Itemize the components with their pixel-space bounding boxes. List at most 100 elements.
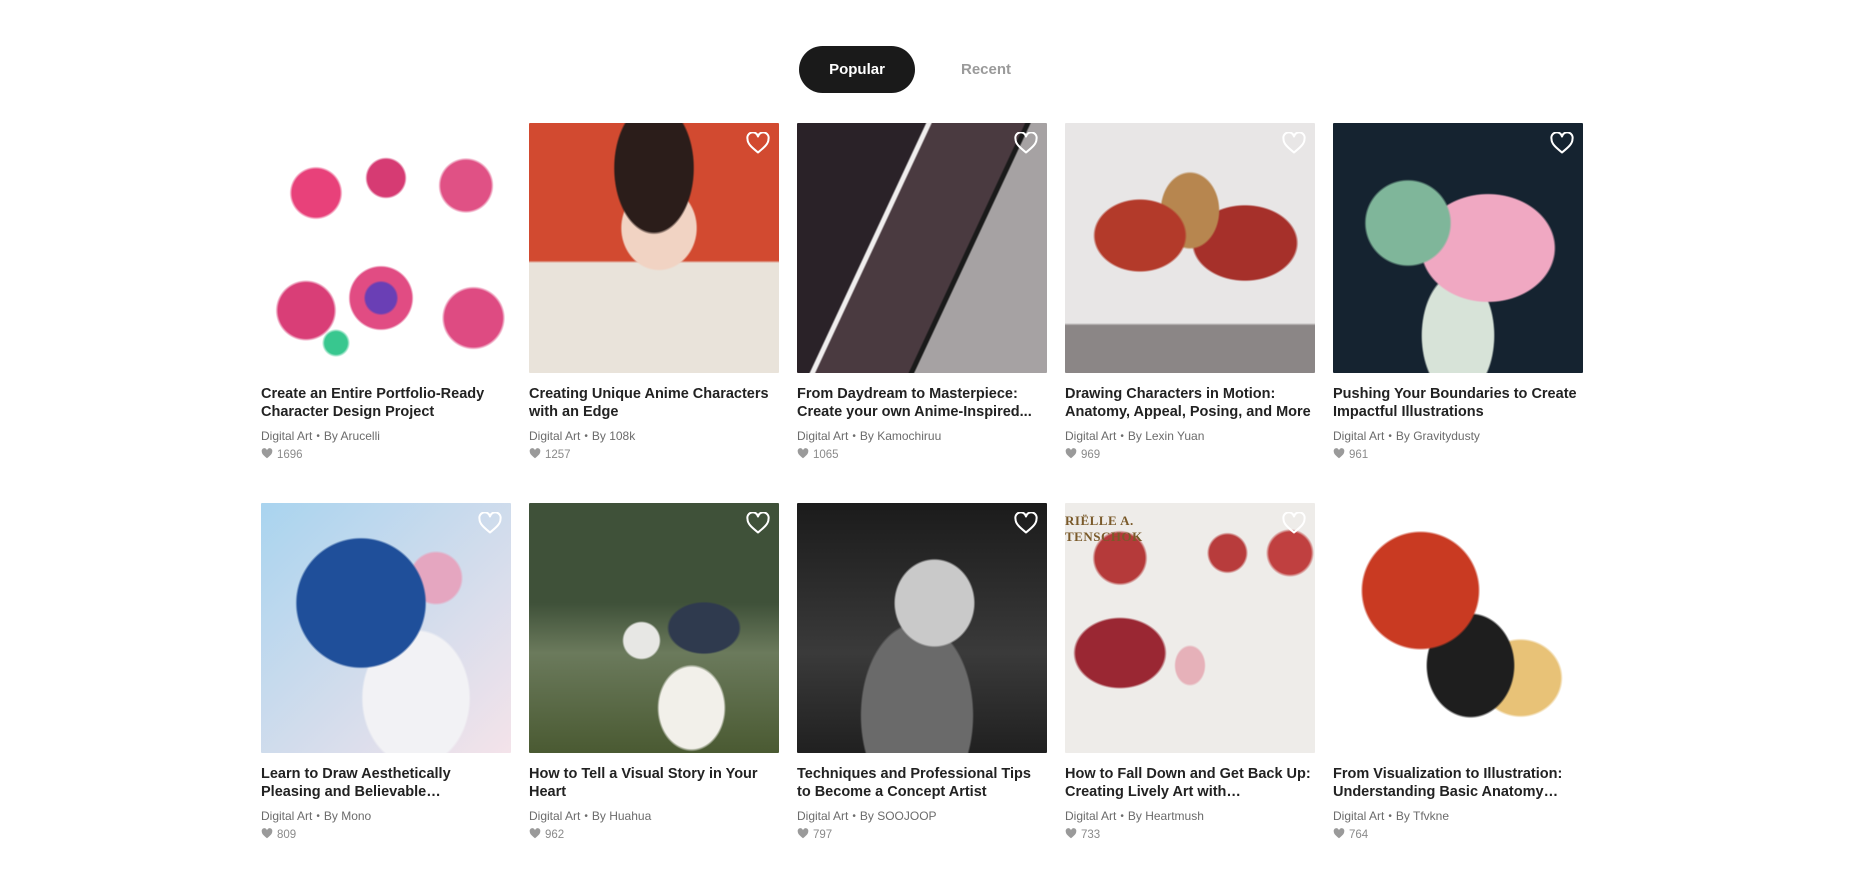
favorite-heart-icon[interactable] xyxy=(1014,512,1038,534)
course-thumbnail[interactable] xyxy=(797,123,1047,373)
course-category: Digital Art xyxy=(261,809,313,823)
likes-count: 733 xyxy=(1065,828,1315,842)
likes-count: 1257 xyxy=(529,448,779,462)
heart-filled-icon xyxy=(797,828,809,842)
meta-separator: • xyxy=(1120,430,1124,442)
heart-filled-icon xyxy=(261,448,273,462)
course-author[interactable]: By Huahua xyxy=(592,809,651,823)
meta-separator: • xyxy=(316,430,320,442)
likes-value: 1257 xyxy=(545,449,571,461)
course-card[interactable]: Pushing Your Boundaries to Create Impact… xyxy=(1333,123,1583,503)
meta-separator: • xyxy=(1388,430,1392,442)
course-category: Digital Art xyxy=(529,429,581,443)
favorite-heart-icon[interactable] xyxy=(1550,132,1574,154)
course-card[interactable]: How to Tell a Visual Story in Your Heart… xyxy=(529,503,779,883)
likes-value: 809 xyxy=(277,829,297,841)
course-card[interactable]: Learn to Draw Aesthetically Pleasing and… xyxy=(261,503,511,883)
course-title[interactable]: How to Fall Down and Get Back Up: Creati… xyxy=(1065,765,1315,801)
heart-filled-icon xyxy=(529,828,541,842)
thumbnail-text: RIËLLE A. TENSCHOK xyxy=(1065,513,1143,544)
course-card[interactable]: From Daydream to Masterpiece: Create you… xyxy=(797,123,1047,503)
favorite-heart-icon[interactable] xyxy=(1282,512,1306,534)
course-author[interactable]: By Lexin Yuan xyxy=(1128,429,1205,443)
course-author[interactable]: By Mono xyxy=(324,809,371,823)
course-author[interactable]: By 108k xyxy=(592,429,635,443)
course-author[interactable]: By Gravitydusty xyxy=(1396,429,1480,443)
heart-filled-icon xyxy=(1333,448,1345,462)
course-meta: Digital Art • By Lexin Yuan xyxy=(1065,429,1315,443)
likes-value: 962 xyxy=(545,829,565,841)
course-meta: Digital Art • By Huahua xyxy=(529,809,779,823)
course-title[interactable]: Creating Unique Anime Characters with an… xyxy=(529,385,779,421)
course-card[interactable]: RIËLLE A. TENSCHOK How to Fall Down and … xyxy=(1065,503,1315,883)
heart-filled-icon xyxy=(1065,828,1077,842)
course-meta: Digital Art • By Heartmush xyxy=(1065,809,1315,823)
course-category: Digital Art xyxy=(261,429,313,443)
course-thumbnail[interactable] xyxy=(797,503,1047,753)
likes-count: 797 xyxy=(797,828,1047,842)
heart-filled-icon xyxy=(797,448,809,462)
course-meta: Digital Art • By Gravitydusty xyxy=(1333,429,1583,443)
tab-recent[interactable]: Recent xyxy=(915,46,1057,93)
course-title[interactable]: From Visualization to Illustration: Unde… xyxy=(1333,765,1583,801)
likes-value: 1065 xyxy=(813,449,839,461)
likes-value: 733 xyxy=(1081,829,1101,841)
course-category: Digital Art xyxy=(1333,429,1385,443)
likes-value: 969 xyxy=(1081,449,1101,461)
course-title[interactable]: Techniques and Professional Tips to Beco… xyxy=(797,765,1047,801)
heart-filled-icon xyxy=(261,828,273,842)
course-meta: Digital Art • By Mono xyxy=(261,809,511,823)
course-title[interactable]: Pushing Your Boundaries to Create Impact… xyxy=(1333,385,1583,421)
course-card[interactable]: Techniques and Professional Tips to Beco… xyxy=(797,503,1047,883)
course-thumbnail[interactable] xyxy=(261,123,511,373)
course-thumbnail[interactable] xyxy=(1065,123,1315,373)
course-card[interactable]: Drawing Characters in Motion: Anatomy, A… xyxy=(1065,123,1315,503)
course-author[interactable]: By Arucelli xyxy=(324,429,380,443)
heart-filled-icon xyxy=(1065,448,1077,462)
course-card[interactable]: Create an Entire Portfolio-Ready Charact… xyxy=(261,123,511,503)
favorite-heart-icon[interactable] xyxy=(746,512,770,534)
likes-count: 969 xyxy=(1065,448,1315,462)
favorite-heart-icon[interactable] xyxy=(746,132,770,154)
meta-separator: • xyxy=(584,810,588,822)
meta-separator: • xyxy=(316,810,320,822)
course-thumbnail[interactable] xyxy=(261,503,511,753)
course-card[interactable]: Creating Unique Anime Characters with an… xyxy=(529,123,779,503)
course-meta: Digital Art • By 108k xyxy=(529,429,779,443)
favorite-heart-icon[interactable] xyxy=(478,512,502,534)
course-meta: Digital Art • By Tfvkne xyxy=(1333,809,1583,823)
course-title[interactable]: From Daydream to Masterpiece: Create you… xyxy=(797,385,1047,421)
meta-separator: • xyxy=(1388,810,1392,822)
course-title[interactable]: How to Tell a Visual Story in Your Heart xyxy=(529,765,779,801)
heart-filled-icon xyxy=(1333,828,1345,842)
likes-value: 797 xyxy=(813,829,833,841)
course-meta: Digital Art • By Arucelli xyxy=(261,429,511,443)
course-author[interactable]: By SOOJOOP xyxy=(860,809,937,823)
course-category: Digital Art xyxy=(797,429,849,443)
likes-count: 764 xyxy=(1333,828,1583,842)
course-category: Digital Art xyxy=(1065,809,1117,823)
course-thumbnail[interactable] xyxy=(529,503,779,753)
course-thumbnail[interactable] xyxy=(529,123,779,373)
course-title[interactable]: Drawing Characters in Motion: Anatomy, A… xyxy=(1065,385,1315,421)
favorite-heart-icon[interactable] xyxy=(1282,132,1306,154)
course-author[interactable]: By Tfvkne xyxy=(1396,809,1449,823)
course-author[interactable]: By Heartmush xyxy=(1128,809,1204,823)
course-meta: Digital Art • By SOOJOOP xyxy=(797,809,1047,823)
course-thumbnail[interactable]: RIËLLE A. TENSCHOK xyxy=(1065,503,1315,753)
course-thumbnail[interactable] xyxy=(1333,503,1583,753)
course-card[interactable]: From Visualization to Illustration: Unde… xyxy=(1333,503,1583,883)
course-title[interactable]: Learn to Draw Aesthetically Pleasing and… xyxy=(261,765,511,801)
meta-separator: • xyxy=(852,810,856,822)
course-title[interactable]: Create an Entire Portfolio-Ready Charact… xyxy=(261,385,511,421)
likes-count: 809 xyxy=(261,828,511,842)
course-thumbnail[interactable] xyxy=(1333,123,1583,373)
likes-value: 764 xyxy=(1349,829,1369,841)
tab-popular[interactable]: Popular xyxy=(799,46,915,93)
course-category: Digital Art xyxy=(1065,429,1117,443)
heart-filled-icon xyxy=(529,448,541,462)
favorite-heart-icon[interactable] xyxy=(1014,132,1038,154)
sort-tabs: Popular Recent xyxy=(799,46,1057,93)
course-author[interactable]: By Kamochiruu xyxy=(860,429,941,443)
likes-count: 962 xyxy=(529,828,779,842)
